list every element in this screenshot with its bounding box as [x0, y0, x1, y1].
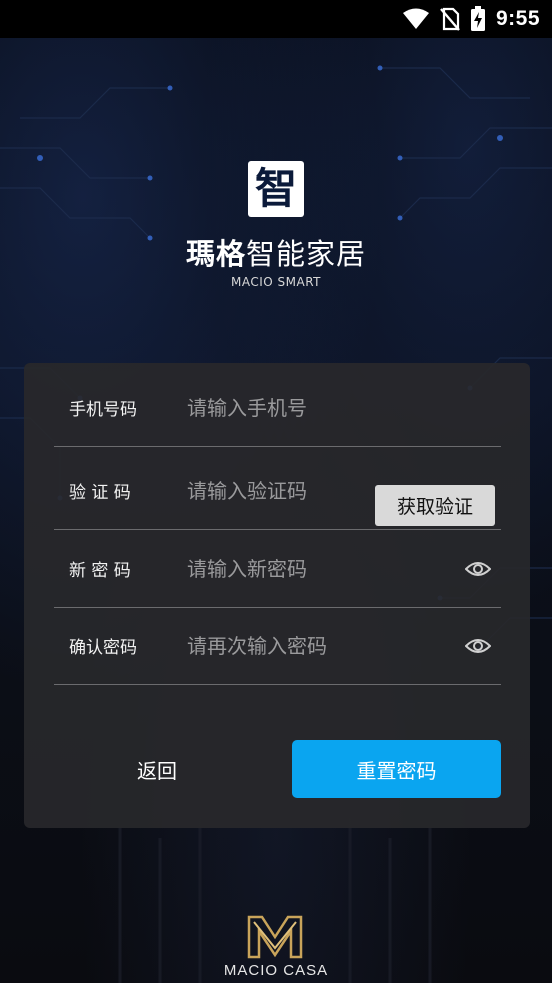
confirm-password-label: 确认密码: [69, 638, 137, 658]
new-password-row: 新 密 码: [54, 530, 501, 608]
brand-subtitle: MACIO SMART: [230, 275, 321, 289]
no-sim-icon: [440, 7, 460, 31]
code-label: 验 证 码: [69, 483, 131, 503]
status-bar: 9:55: [0, 0, 552, 38]
status-time: 9:55: [495, 7, 540, 30]
app-logo: 智: [248, 161, 304, 217]
get-code-button[interactable]: 获取验证: [375, 485, 495, 526]
wifi-icon: [402, 8, 429, 29]
brand-title: 瑪格智能家居: [0, 231, 552, 273]
footer-brand: MACIO CASA: [223, 962, 329, 979]
battery-charging-icon: [470, 6, 485, 31]
screen: 9:55 智 瑪格智能家居 MACIO SMART 手机号码 请输入手机号 验 …: [0, 0, 552, 983]
new-password-input[interactable]: [187, 530, 427, 607]
eye-icon[interactable]: [465, 559, 491, 579]
back-button[interactable]: 返回: [82, 740, 232, 798]
logo-char: 智: [254, 164, 297, 213]
new-password-label: 新 密 码: [69, 561, 131, 581]
brand-title-bold: 瑪格: [185, 237, 246, 271]
phone-input[interactable]: [187, 369, 427, 446]
phone-label: 手机号码: [69, 400, 137, 420]
macio-casa-logo-icon: [247, 915, 303, 959]
eye-icon[interactable]: [465, 636, 491, 656]
reset-password-card: 手机号码 验 证 码 获取验证 新 密 码 确认密码 返回 重置密码: [24, 363, 530, 828]
brand-title-rest: 智能家居: [246, 237, 367, 271]
confirm-password-row: 确认密码: [54, 607, 501, 685]
phone-row: 手机号码: [54, 369, 501, 447]
reset-password-button[interactable]: 重置密码: [292, 740, 501, 798]
code-input[interactable]: [187, 452, 367, 529]
confirm-password-input[interactable]: [187, 607, 427, 684]
code-row: 验 证 码 获取验证: [54, 452, 501, 530]
